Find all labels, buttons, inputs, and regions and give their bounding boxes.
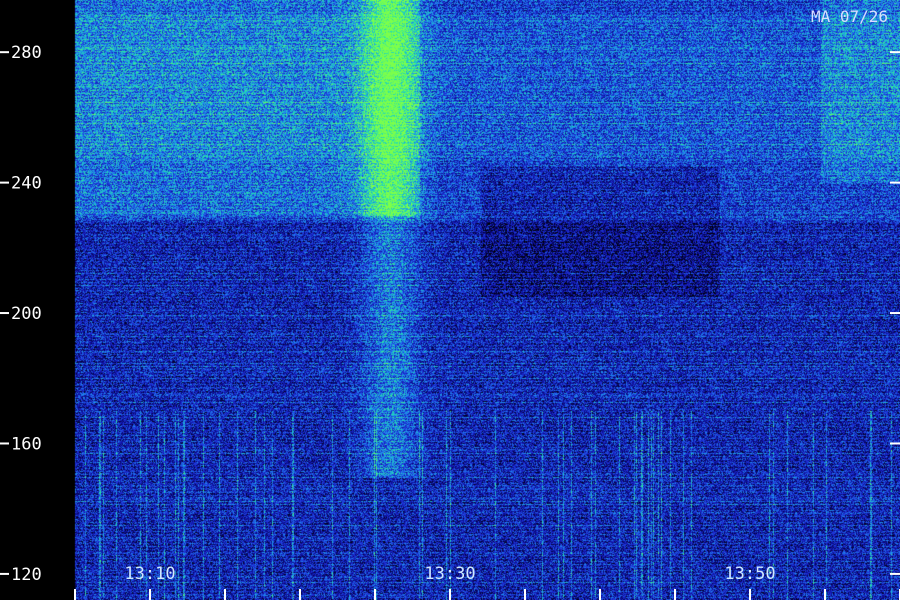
spectrogram-axes: 120 160 200 240 280 13:10 13:30 13:50 MA 07/26 [0,7,900,600]
y-tick-label: 280 [11,43,42,63]
y-tick-label: 200 [11,304,42,324]
x-axis: 13:10 13:30 13:50 [74,564,900,600]
y-axis-right [890,51,900,575]
y-axis-left: 120 160 200 240 280 [0,43,42,585]
station-date-label: MA 07/26 [811,7,888,26]
y-tick-label: 240 [11,174,42,194]
x-tick-label: 13:10 [124,564,175,584]
y-tick-label: 120 [11,565,42,585]
x-tick-label: 13:30 [424,564,475,584]
x-tick-label: 13:50 [724,564,775,584]
y-tick-label: 160 [11,434,42,454]
